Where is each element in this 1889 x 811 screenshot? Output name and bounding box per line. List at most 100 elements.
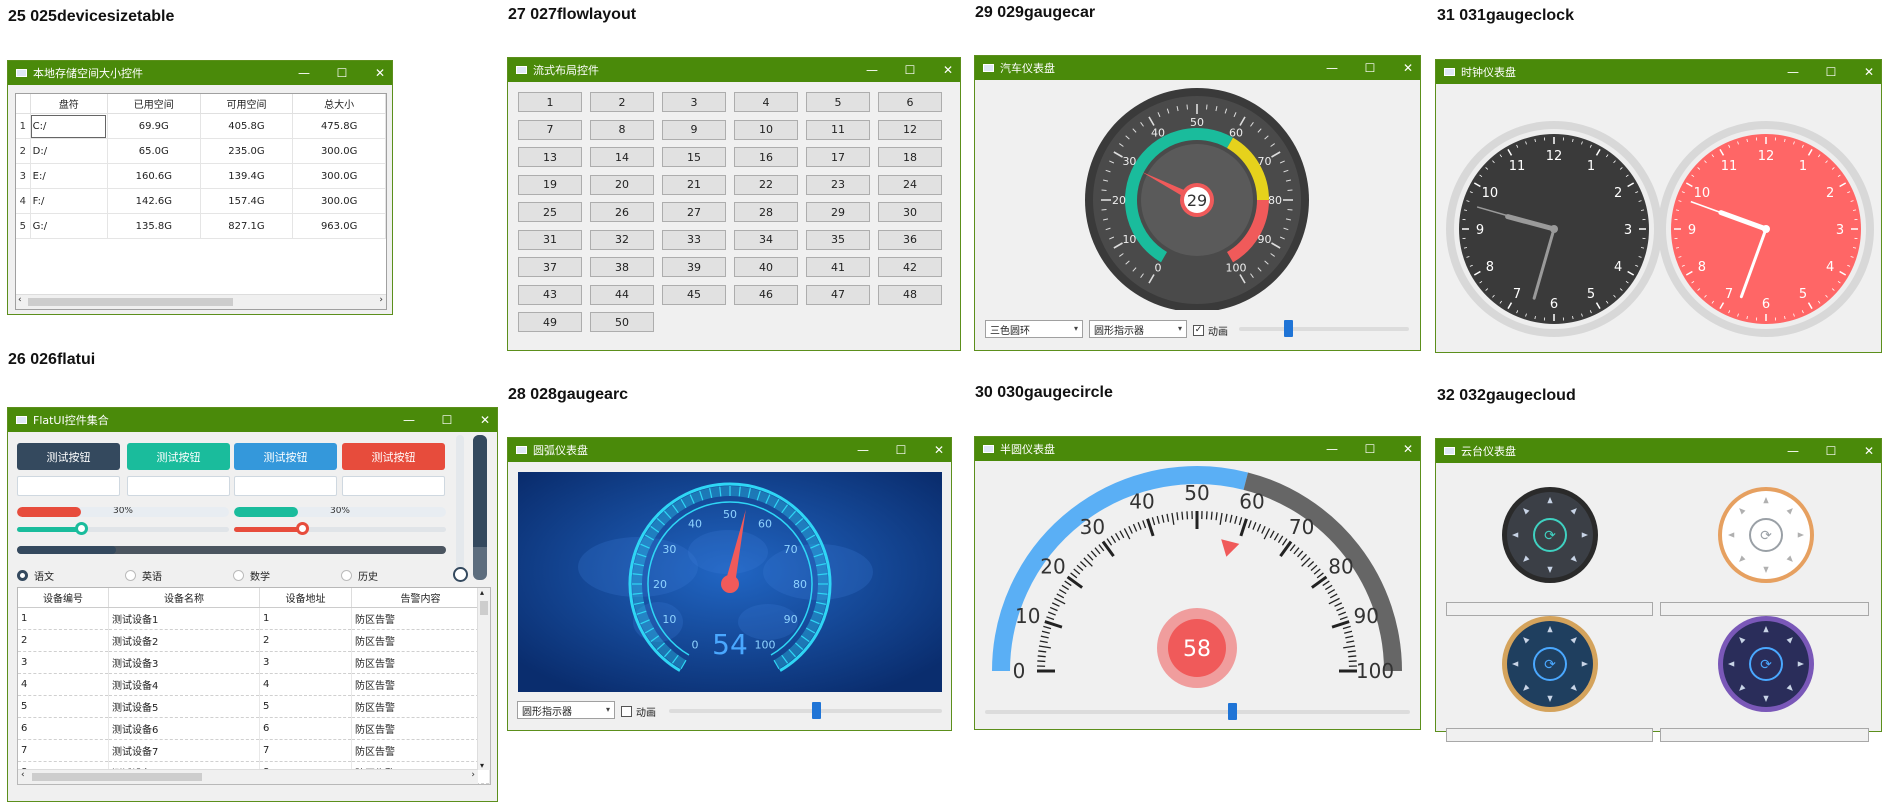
maximize-button[interactable]: ☐ [1364,443,1376,455]
animation-checkbox[interactable]: ✓ 动画 [1193,323,1228,338]
table-cell[interactable]: 测试设备5 [108,695,260,718]
table-cell[interactable]: 4 [16,188,31,214]
flow-button-35[interactable]: 35 [806,229,870,250]
flow-button-49[interactable]: 49 [518,312,582,332]
radio-math[interactable]: 数学 [233,568,270,583]
column-header[interactable]: 设备地址 [259,588,352,608]
radio-circle[interactable] [125,570,136,581]
flow-button-9[interactable]: 9 [662,119,726,140]
vertical-slider-1[interactable] [453,435,468,582]
table-row[interactable]: 1 C:/69.9G 405.8G 475.8G [16,113,386,139]
scrollbar-thumb[interactable] [32,773,202,781]
table-cell[interactable]: E:/ [30,163,108,189]
table-cell[interactable]: 300.0G [292,138,386,164]
test-button-3[interactable]: 测试按钮 [234,443,337,470]
close-button[interactable]: ✕ [933,444,945,456]
vertical-slider-2[interactable] [473,435,487,580]
flow-button-1[interactable]: 1 [518,92,582,112]
table-cell[interactable]: 3 [18,651,109,674]
horizontal-scrollbar[interactable]: ‹ › [16,294,386,309]
flow-button-37[interactable]: 37 [518,257,582,277]
flow-button-43[interactable]: 43 [518,284,582,305]
table-cell[interactable]: 963.0G [292,213,386,239]
table-cell[interactable]: 5 [259,695,352,718]
refresh-icon[interactable]: ⟳ [1760,528,1772,544]
slider-handle[interactable] [453,567,468,582]
flow-button-5[interactable]: 5 [806,92,870,112]
scrollbar-thumb[interactable] [28,298,233,306]
table-cell[interactable]: 测试设备6 [108,717,260,740]
table-cell[interactable]: 139.4G [200,163,294,189]
flow-button-47[interactable]: 47 [806,284,870,305]
table-cell[interactable]: 5 [16,213,31,239]
table-cell[interactable]: 2 [16,138,31,164]
table-cell[interactable]: 防区告警 [351,651,490,674]
table-cell[interactable]: 2 [18,629,109,652]
table-cell[interactable]: 1 [259,607,352,630]
flow-button-22[interactable]: 22 [734,174,798,195]
minimize-button[interactable]: — [1787,445,1799,457]
radio-circle[interactable] [233,570,244,581]
table-cell[interactable]: 防区告警 [351,695,490,718]
checkbox-box[interactable] [621,706,632,717]
flow-button-18[interactable]: 18 [878,147,942,167]
flow-button-32[interactable]: 32 [590,229,654,250]
vertical-scrollbar[interactable]: ▴ ▾ [477,588,490,770]
column-header[interactable]: 告警内容 [351,588,490,608]
minimize-button[interactable]: — [403,414,415,426]
column-header[interactable]: 设备名称 [108,588,260,608]
text-input-4[interactable] [342,476,445,496]
radio-circle[interactable] [17,570,28,581]
slider-handle[interactable] [812,702,822,719]
table-cell[interactable]: 防区告警 [351,739,490,762]
table-cell[interactable]: 测试设备3 [108,651,260,674]
flow-button-38[interactable]: 38 [590,257,654,277]
maximize-button[interactable]: ☐ [895,444,907,456]
flow-button-7[interactable]: 7 [518,119,582,140]
flow-button-10[interactable]: 10 [734,119,798,140]
horizontal-scroll-slider[interactable] [17,546,446,554]
maximize-button[interactable]: ☐ [904,64,916,76]
test-button-4[interactable]: 测试按钮 [342,443,445,470]
table-row[interactable]: 3 测试设备3 3 防区告警 [18,651,490,674]
radio-history[interactable]: 历史 [341,568,378,583]
close-button[interactable]: ✕ [1863,66,1875,78]
flow-button-16[interactable]: 16 [734,147,798,167]
flow-button-40[interactable]: 40 [734,257,798,277]
value-slider[interactable] [985,703,1410,720]
flow-button-2[interactable]: 2 [590,92,654,112]
flow-button-30[interactable]: 30 [878,202,942,222]
table-cell[interactable]: 7 [18,739,109,762]
minimize-button[interactable]: — [866,64,878,76]
table-cell[interactable]: 300.0G [292,188,386,214]
flow-button-12[interactable]: 12 [878,119,942,140]
column-header[interactable]: 已用空间 [107,94,201,114]
flow-button-41[interactable]: 41 [806,257,870,277]
close-button[interactable]: ✕ [942,64,954,76]
flow-button-27[interactable]: 27 [662,202,726,222]
flow-button-25[interactable]: 25 [518,202,582,222]
close-button[interactable]: ✕ [374,67,386,79]
flow-button-48[interactable]: 48 [878,284,942,305]
text-input-2[interactable] [127,476,230,496]
flat-slider-1[interactable] [17,522,229,535]
flow-button-42[interactable]: 42 [878,257,942,277]
flow-button-15[interactable]: 15 [662,147,726,167]
scroll-right-icon[interactable]: › [471,770,475,780]
close-button[interactable]: ✕ [479,414,491,426]
flow-button-6[interactable]: 6 [878,92,942,112]
slider-handle[interactable] [295,522,309,535]
table-cell[interactable]: 6 [18,717,109,740]
maximize-button[interactable]: ☐ [1825,445,1837,457]
table-cell[interactable]: 3 [259,651,352,674]
slider-handle[interactable] [1227,703,1237,720]
minimize-button[interactable]: — [1787,66,1799,78]
table-row[interactable]: 5 G:/135.8G 827.1G 963.0G [16,213,386,239]
table-cell[interactable]: 1 [18,607,109,630]
column-header[interactable]: 盘符 [30,94,108,114]
table-row[interactable]: 4 F:/142.6G 157.4G 300.0G [16,188,386,214]
flow-button-26[interactable]: 26 [590,202,654,222]
flow-button-45[interactable]: 45 [662,284,726,305]
table-cell[interactable]: 135.8G [107,213,201,239]
flow-button-28[interactable]: 28 [734,202,798,222]
